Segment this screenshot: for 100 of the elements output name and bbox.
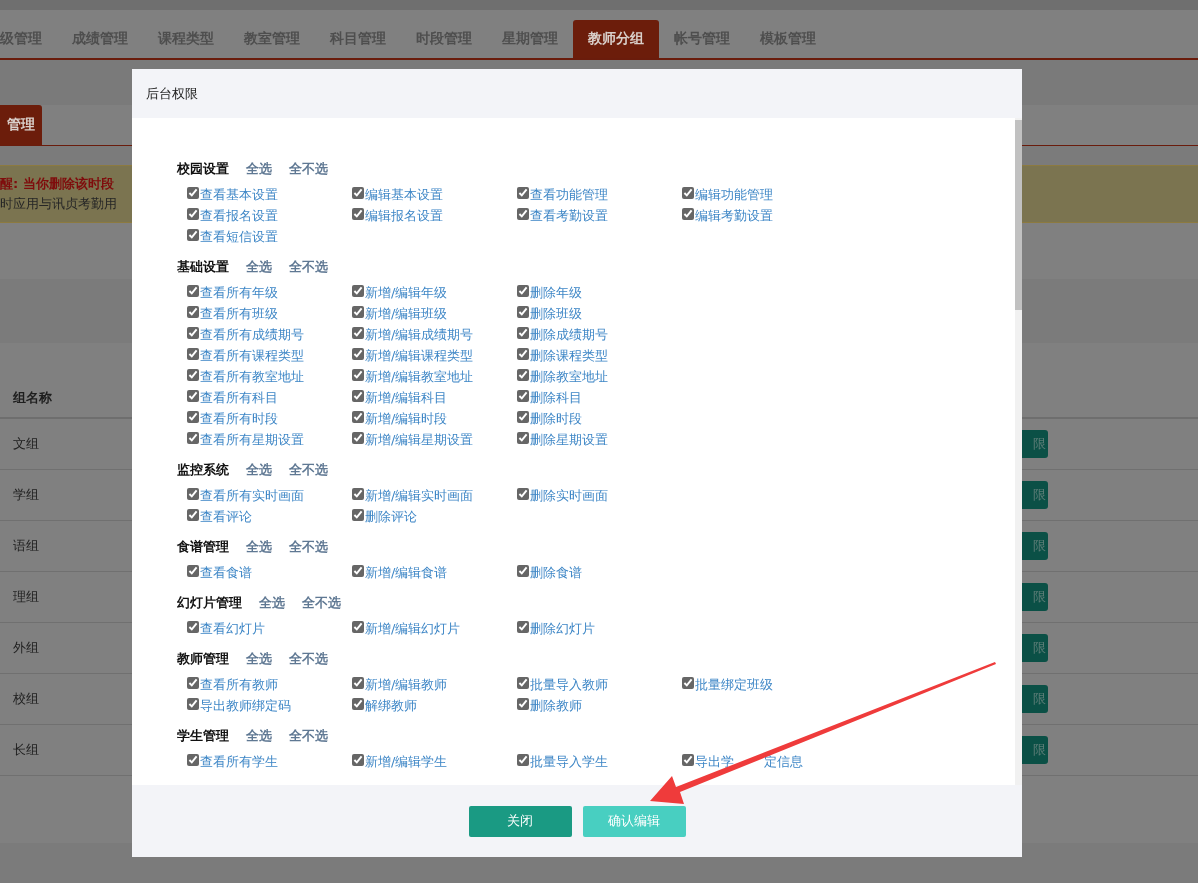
permission-label[interactable]: 删除课程类型: [530, 346, 608, 365]
permission-checkbox[interactable]: [187, 306, 199, 318]
permission-checkbox[interactable]: [352, 348, 364, 360]
permission-checkbox[interactable]: [352, 285, 364, 297]
permission-label[interactable]: 查看所有成绩期号: [200, 325, 304, 344]
permission-checkbox[interactable]: [682, 208, 694, 220]
permission-checkbox[interactable]: [517, 565, 529, 577]
nav-tab[interactable]: 教师分组: [573, 20, 659, 58]
permission-label[interactable]: 查看食谱: [200, 563, 252, 582]
permission-label[interactable]: 新增/编辑时段: [365, 409, 448, 428]
permission-checkbox[interactable]: [187, 187, 199, 199]
permission-checkbox[interactable]: [352, 187, 364, 199]
permission-label[interactable]: 删除班级: [530, 304, 582, 323]
permission-checkbox[interactable]: [187, 509, 199, 521]
permission-checkbox[interactable]: [517, 432, 529, 444]
permission-checkbox[interactable]: [352, 754, 364, 766]
permission-label[interactable]: 删除时段: [530, 409, 582, 428]
permission-checkbox[interactable]: [352, 565, 364, 577]
permission-label[interactable]: 批量导入学生: [530, 752, 608, 771]
permission-label[interactable]: 批量导入教师: [530, 675, 608, 694]
select-all-link[interactable]: 全选: [246, 650, 272, 668]
permission-label[interactable]: 新增/编辑成绩期号: [365, 325, 474, 344]
permission-button[interactable]: 限: [1022, 532, 1048, 560]
permission-checkbox[interactable]: [517, 390, 529, 402]
permission-checkbox[interactable]: [187, 621, 199, 633]
permission-label[interactable]: 查看基本设置: [200, 185, 278, 204]
select-none-link[interactable]: 全不选: [289, 258, 328, 276]
sub-tab[interactable]: 管理: [0, 105, 42, 145]
permission-checkbox[interactable]: [187, 285, 199, 297]
permission-checkbox[interactable]: [517, 621, 529, 633]
permission-label[interactable]: 新增/编辑教室地址: [365, 367, 474, 386]
permission-checkbox[interactable]: [517, 285, 529, 297]
select-all-link[interactable]: 全选: [246, 461, 272, 479]
permission-label[interactable]: 删除教室地址: [530, 367, 608, 386]
permission-button[interactable]: 限: [1022, 634, 1048, 662]
permission-label[interactable]: 删除幻灯片: [530, 619, 595, 638]
permission-label[interactable]: 查看所有科目: [200, 388, 278, 407]
permission-label[interactable]: 查看报名设置: [200, 206, 278, 225]
permission-button[interactable]: 限: [1022, 736, 1048, 764]
permission-label[interactable]: 删除星期设置: [530, 430, 608, 449]
scrollbar[interactable]: [1015, 118, 1022, 785]
permission-label[interactable]: 查看所有年级: [200, 283, 278, 302]
select-none-link[interactable]: 全不选: [289, 538, 328, 556]
permission-checkbox[interactable]: [187, 432, 199, 444]
permission-checkbox[interactable]: [352, 698, 364, 710]
permission-label[interactable]: 新增/编辑年级: [365, 283, 448, 302]
permission-label[interactable]: 查看评论: [200, 507, 252, 526]
permission-label[interactable]: 导出学: [695, 752, 734, 771]
permission-label[interactable]: 查看所有时段: [200, 409, 278, 428]
permission-checkbox[interactable]: [352, 369, 364, 381]
permission-checkbox[interactable]: [352, 306, 364, 318]
permission-checkbox[interactable]: [682, 187, 694, 199]
permission-checkbox[interactable]: [352, 432, 364, 444]
permission-label[interactable]: 查看所有教室地址: [200, 367, 304, 386]
permission-button[interactable]: 限: [1022, 583, 1048, 611]
permission-label[interactable]: 编辑报名设置: [365, 206, 443, 225]
permission-checkbox[interactable]: [352, 488, 364, 500]
select-all-link[interactable]: 全选: [246, 258, 272, 276]
permission-label[interactable]: 查看所有课程类型: [200, 346, 304, 365]
permission-label[interactable]: 查看功能管理: [530, 185, 608, 204]
permission-label[interactable]: 批量绑定班级: [695, 675, 773, 694]
permission-label[interactable]: 编辑考勤设置: [695, 206, 773, 225]
permission-checkbox[interactable]: [352, 208, 364, 220]
permission-label[interactable]: 导出教师绑定码: [200, 696, 291, 715]
permission-label[interactable]: 新增/编辑课程类型: [365, 346, 474, 365]
permission-checkbox[interactable]: [187, 390, 199, 402]
permission-label[interactable]: 删除实时画面: [530, 486, 608, 505]
permission-checkbox[interactable]: [187, 754, 199, 766]
permission-checkbox[interactable]: [352, 390, 364, 402]
permission-checkbox[interactable]: [187, 677, 199, 689]
permission-checkbox[interactable]: [517, 754, 529, 766]
select-all-link[interactable]: 全选: [259, 594, 285, 612]
permission-checkbox[interactable]: [517, 327, 529, 339]
select-none-link[interactable]: 全不选: [289, 650, 328, 668]
permission-label[interactable]: 查看短信设置: [200, 227, 278, 246]
permission-checkbox[interactable]: [352, 677, 364, 689]
permission-label[interactable]: 解绑教师: [365, 696, 417, 715]
permission-label[interactable]: 新增/编辑食谱: [365, 563, 448, 582]
permission-label[interactable]: 新增/编辑星期设置: [365, 430, 474, 449]
permission-checkbox[interactable]: [517, 677, 529, 689]
permission-checkbox[interactable]: [517, 187, 529, 199]
permission-checkbox[interactable]: [352, 509, 364, 521]
permission-checkbox[interactable]: [187, 411, 199, 423]
permission-label[interactable]: 编辑功能管理: [695, 185, 773, 204]
permission-label[interactable]: 查看所有教师: [200, 675, 278, 694]
permission-label[interactable]: 查看幻灯片: [200, 619, 265, 638]
permission-checkbox[interactable]: [352, 327, 364, 339]
permission-label[interactable]: 新增/编辑幻灯片: [365, 619, 461, 638]
permission-label[interactable]: 新增/编辑科目: [365, 388, 448, 407]
permission-checkbox[interactable]: [187, 208, 199, 220]
permission-label[interactable]: 新增/编辑班级: [365, 304, 448, 323]
permission-checkbox[interactable]: [187, 565, 199, 577]
permission-checkbox[interactable]: [187, 229, 199, 241]
permission-checkbox[interactable]: [517, 698, 529, 710]
permission-label[interactable]: 新增/编辑学生: [365, 752, 448, 771]
permission-checkbox[interactable]: [682, 677, 694, 689]
permission-label[interactable]: 查看所有星期设置: [200, 430, 304, 449]
permission-checkbox[interactable]: [352, 411, 364, 423]
permission-checkbox[interactable]: [187, 327, 199, 339]
permission-checkbox[interactable]: [517, 306, 529, 318]
